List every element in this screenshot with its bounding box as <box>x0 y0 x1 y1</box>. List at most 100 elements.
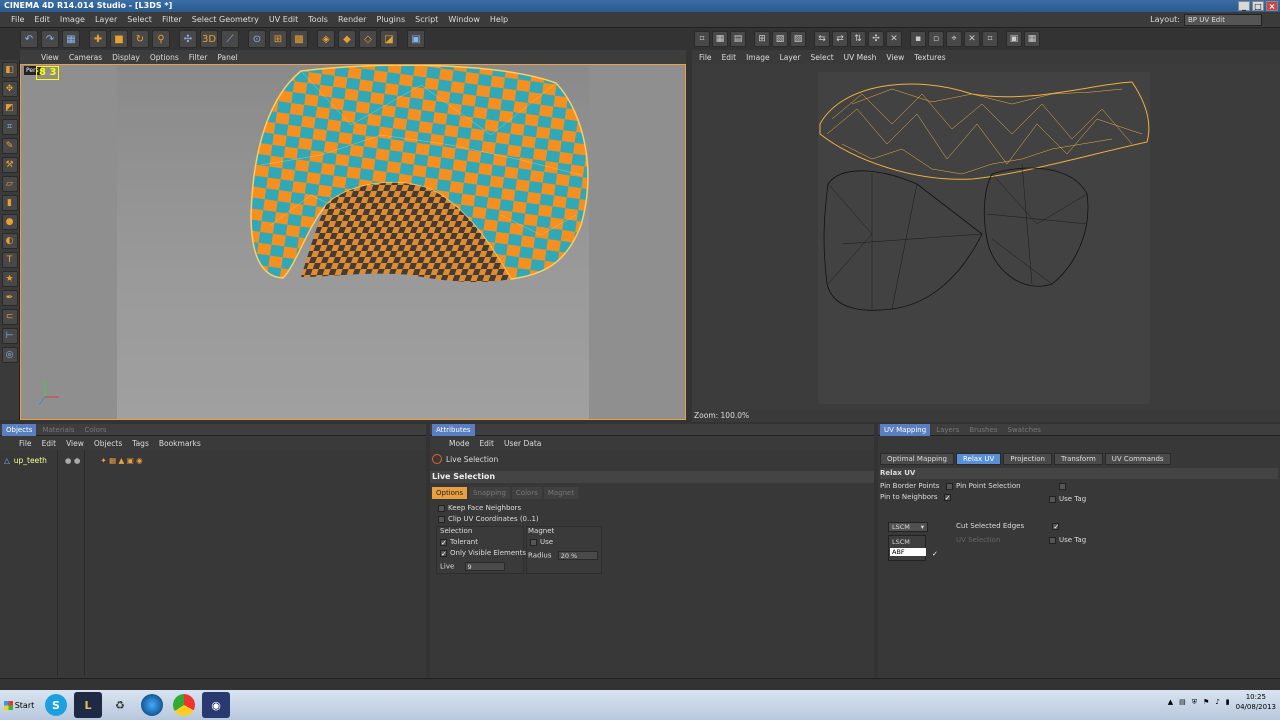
tab-swatches[interactable]: Swatches <box>1004 424 1045 436</box>
security-icon[interactable]: ⛨ <box>1192 698 1197 707</box>
menu-plugins[interactable]: Plugins <box>371 15 410 24</box>
uv-tool-16-icon[interactable]: ⌗ <box>982 31 998 47</box>
tolerant-row[interactable]: ✓ Tolerant <box>440 538 478 546</box>
uv-menu-image[interactable]: Image <box>741 53 775 62</box>
vp-menu-display[interactable]: Display <box>107 53 145 62</box>
uv-selection-field[interactable]: UV Selection <box>956 536 1000 544</box>
menu-filter[interactable]: Filter <box>157 15 187 24</box>
obj-menu-objects[interactable]: Objects <box>89 439 127 448</box>
menu-tools[interactable]: Tools <box>303 15 333 24</box>
vp-menu-options[interactable]: Options <box>145 53 184 62</box>
uv-commands-button[interactable]: UV Commands <box>1104 453 1171 465</box>
network-icon[interactable]: ▤ <box>1179 698 1186 706</box>
uv-tool-8-icon[interactable]: ⇄ <box>832 31 848 47</box>
uv-menu-textures[interactable]: Textures <box>909 53 950 62</box>
vp-menu-panel[interactable]: Panel <box>212 53 242 62</box>
uv-tool-14-icon[interactable]: ⌖ <box>946 31 962 47</box>
only-visible-row[interactable]: ✓ Only Visible Elements <box>440 549 526 557</box>
attr-menu-mode[interactable]: Mode <box>444 439 474 448</box>
render-region-icon[interactable]: ⊞ <box>269 30 287 48</box>
stamp-icon[interactable]: ⚒ <box>1 157 18 173</box>
use-tag-row-2[interactable]: Use Tag <box>1049 536 1086 544</box>
tab-materials[interactable]: Materials <box>38 424 78 436</box>
flag-icon[interactable]: ⚑ <box>1203 698 1209 706</box>
keep-face-neighbors-checkbox[interactable] <box>438 504 445 512</box>
power-icon[interactable]: ▮ <box>1226 698 1230 706</box>
texture-mode-icon[interactable]: ◩ <box>1 100 18 116</box>
transform-button[interactable]: Transform <box>1053 453 1103 465</box>
axis-icon[interactable]: ✣ <box>179 30 197 48</box>
uv-tool-6-icon[interactable]: ▨ <box>790 31 806 47</box>
tray-arrow-icon[interactable]: ▲ <box>1168 698 1173 706</box>
live-selection-icon[interactable]: ⊙ <box>248 30 266 48</box>
menu-file[interactable]: File <box>6 15 29 24</box>
pen-icon[interactable]: ✒ <box>1 290 18 306</box>
pin-neighbors-checkbox[interactable]: ✓ <box>943 493 951 501</box>
menu-uv-edit[interactable]: UV Edit <box>264 15 303 24</box>
relax-method-select[interactable]: LSCM ▾ <box>888 522 928 532</box>
tolerant-checkbox[interactable]: ✓ <box>440 538 447 546</box>
uv-menu-layer[interactable]: Layer <box>775 53 806 62</box>
cinema4d-icon[interactable]: ◉ <box>202 692 230 718</box>
uv-tool-18-icon[interactable]: ▦ <box>1024 31 1040 47</box>
polygons-mode-icon[interactable]: ◇ <box>359 30 377 48</box>
obj-menu-view[interactable]: View <box>61 439 89 448</box>
scale-icon[interactable]: ■ <box>110 30 128 48</box>
fill-icon[interactable]: ▮ <box>1 195 18 211</box>
tab-brushes[interactable]: Brushes <box>965 424 1001 436</box>
star-icon[interactable]: ★ <box>1 271 18 287</box>
magnet-use-checkbox[interactable] <box>530 538 537 546</box>
uv-tool-11-icon[interactable]: ✕ <box>886 31 902 47</box>
uv-editor-view[interactable] <box>692 64 1280 410</box>
object-name[interactable]: up_teeth <box>14 456 47 465</box>
vp-menu-cameras[interactable]: Cameras <box>64 53 107 62</box>
attr-menu-edit[interactable]: Edit <box>474 439 499 448</box>
obj-menu-tags[interactable]: Tags <box>127 439 154 448</box>
uv-menu-select[interactable]: Select <box>806 53 839 62</box>
optimal-mapping-button[interactable]: Optimal Mapping <box>880 453 954 465</box>
globe-icon[interactable] <box>141 694 163 716</box>
layout-select[interactable]: BP UV Edit <box>1184 14 1262 26</box>
skype-icon[interactable]: S <box>45 694 67 716</box>
magnet-use-row[interactable]: Use <box>530 538 553 546</box>
start-button[interactable]: Start <box>0 691 38 719</box>
option-lscm[interactable]: LSCM <box>892 536 925 546</box>
volume-icon[interactable]: ♪ <box>1215 698 1219 706</box>
menu-window[interactable]: Window <box>443 15 485 24</box>
workplane-icon[interactable]: ⌗ <box>1 119 18 135</box>
menu-select-geometry[interactable]: Select Geometry <box>187 15 264 24</box>
vp-menu-view[interactable]: View <box>36 53 64 62</box>
rotate-icon[interactable]: ↻ <box>131 30 149 48</box>
model-mode-icon[interactable]: ◧ <box>1 62 18 78</box>
brush-icon[interactable]: ✎ <box>1 138 18 154</box>
lens-icon[interactable]: ◎ <box>1 347 18 363</box>
menu-image[interactable]: Image <box>55 15 90 24</box>
recycle-icon[interactable]: ♻ <box>106 692 134 718</box>
pin-point-checkbox[interactable] <box>1058 482 1066 490</box>
edges-mode-icon[interactable]: ◆ <box>338 30 356 48</box>
checker-icon[interactable]: ▩ <box>290 30 308 48</box>
tab-objects[interactable]: Objects <box>2 423 37 436</box>
live-input[interactable]: 9 <box>464 562 505 571</box>
uv-tool-3-icon[interactable]: ▤ <box>730 31 746 47</box>
uv-points-icon[interactable]: ◪ <box>380 30 398 48</box>
tab-attributes[interactable]: Attributes <box>432 423 475 436</box>
object-mode-icon[interactable]: ✥ <box>1 81 18 97</box>
points-mode-icon[interactable]: ◈ <box>317 30 335 48</box>
close-button[interactable]: × <box>1266 1 1278 11</box>
uv-tool-2-icon[interactable]: ▦ <box>712 31 728 47</box>
uv-tool-9-icon[interactable]: ⇅ <box>850 31 866 47</box>
uv-tool-1-icon[interactable]: ⌗ <box>694 31 710 47</box>
cut-edges-checkbox[interactable]: ✓ <box>1052 522 1060 530</box>
minimize-button[interactable]: _ <box>1238 1 1250 11</box>
texture-icon[interactable]: ▣ <box>407 30 425 48</box>
clock[interactable]: 10:25 04/08/2013 <box>1236 692 1276 712</box>
measure-icon[interactable]: ⊢ <box>1 328 18 344</box>
subtab-colors[interactable]: Colors <box>511 487 542 499</box>
option-abf[interactable]: ABF <box>890 548 926 556</box>
use-tag-checkbox-1[interactable] <box>1049 495 1056 503</box>
3d-viewport[interactable] <box>20 64 686 420</box>
uv-menu-edit[interactable]: Edit <box>717 53 742 62</box>
league-icon[interactable]: L <box>74 692 102 718</box>
menu-help[interactable]: Help <box>485 15 513 24</box>
